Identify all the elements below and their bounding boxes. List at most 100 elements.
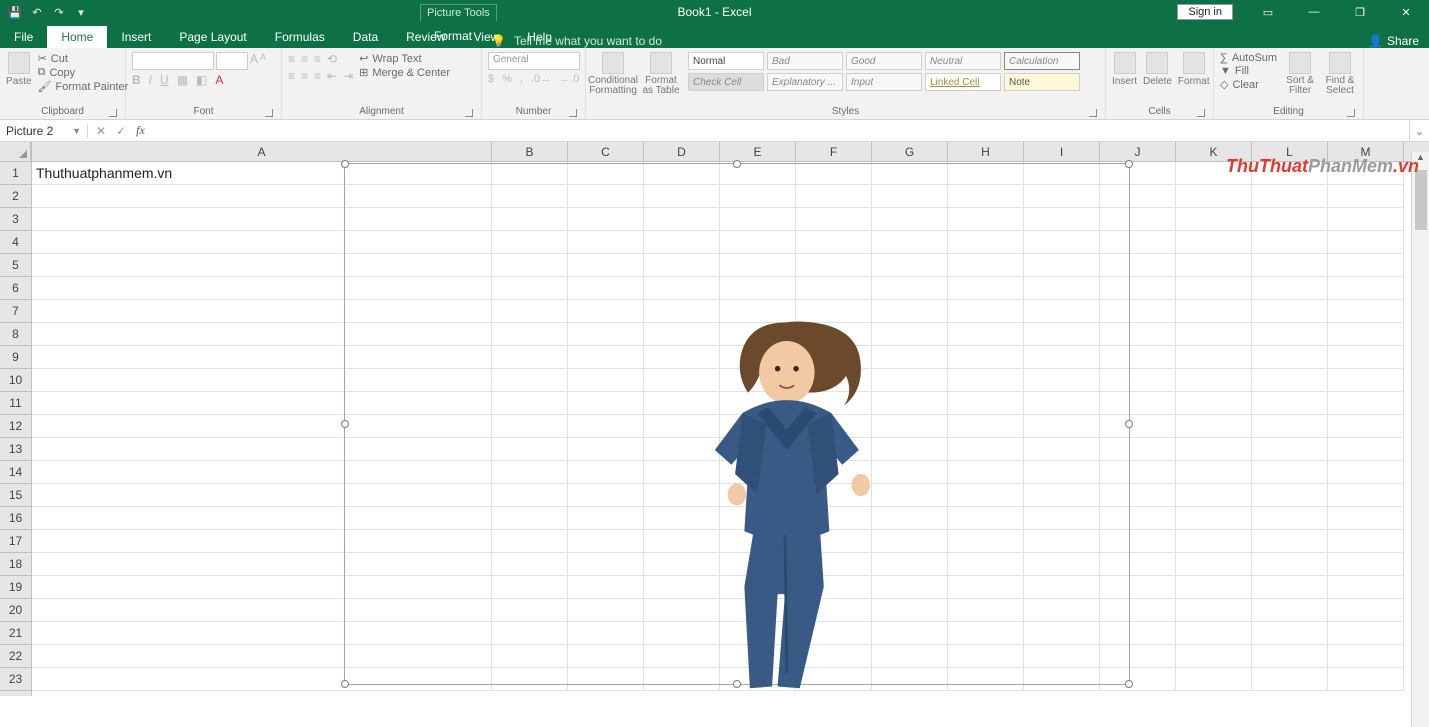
sort-filter-button[interactable]: Sort & Filter [1283,52,1317,96]
fill-button[interactable]: ▼Fill [1220,65,1277,77]
row-header[interactable]: 6 [0,277,31,300]
row-header[interactable]: 3 [0,208,31,231]
tab-insert[interactable]: Insert [107,26,165,48]
orientation-icon[interactable]: ⟲ [327,52,337,66]
cell[interactable] [1328,507,1404,530]
cell[interactable] [1176,507,1252,530]
delete-cells-button[interactable]: Delete [1143,52,1172,87]
enter-icon[interactable]: ✓ [116,124,126,138]
cell[interactable] [1252,530,1328,553]
cell[interactable] [1328,300,1404,323]
minimize-button[interactable]: — [1291,0,1337,24]
row-header[interactable]: 15 [0,484,31,507]
column-header[interactable]: I [1024,142,1100,161]
cell[interactable] [1252,277,1328,300]
cell[interactable] [1328,438,1404,461]
number-format-dropdown[interactable]: General [488,52,580,70]
undo-icon[interactable]: ↶ [30,5,44,19]
align-bottom-icon[interactable]: ≡ [314,52,321,66]
column-header[interactable]: D [644,142,720,161]
cell[interactable] [1176,668,1252,691]
paste-button[interactable]: Paste [6,52,32,87]
cell[interactable] [1252,185,1328,208]
column-headers[interactable]: ABCDEFGHIJKLM [32,142,1429,162]
vertical-scrollbar[interactable]: ▲ [1411,152,1429,727]
italic-button[interactable]: I [149,73,152,87]
selected-picture[interactable] [344,163,1130,685]
align-left-icon[interactable]: ≡ [288,69,295,83]
style-input[interactable]: Input [846,73,922,91]
cell[interactable] [1252,369,1328,392]
style-note[interactable]: Note [1004,73,1080,91]
column-header[interactable]: A [32,142,492,161]
cell[interactable] [1328,461,1404,484]
font-color-button[interactable]: A [215,73,223,87]
wrap-text-button[interactable]: ↩Wrap Text [359,52,450,65]
column-header[interactable]: B [492,142,568,161]
percent-icon[interactable]: % [502,73,512,85]
cell[interactable] [1252,645,1328,668]
redo-icon[interactable]: ↷ [52,5,66,19]
style-check-cell[interactable]: Check Cell [688,73,764,91]
row-header[interactable]: 10 [0,369,31,392]
column-header[interactable]: H [948,142,1024,161]
fill-color-button[interactable]: ◧ [196,73,207,87]
cell[interactable] [1252,599,1328,622]
save-icon[interactable]: 💾 [8,5,22,19]
cell[interactable] [1328,254,1404,277]
tab-formulas[interactable]: Formulas [261,26,339,48]
style-normal[interactable]: Normal [688,52,764,70]
tell-me-search[interactable]: 💡 Tell me what you want to do [491,34,662,48]
cell[interactable] [1252,553,1328,576]
style-bad[interactable]: Bad [767,52,843,70]
cell[interactable] [1176,461,1252,484]
bold-button[interactable]: B [132,73,141,87]
cell[interactable] [1252,323,1328,346]
row-header[interactable]: 19 [0,576,31,599]
cell[interactable] [1328,530,1404,553]
decrease-font-icon[interactable]: A [260,52,266,70]
cell[interactable] [1176,645,1252,668]
cell[interactable] [1176,277,1252,300]
select-all-corner[interactable] [0,142,31,162]
underline-button[interactable]: U [160,73,169,87]
style-explanatory[interactable]: Explanatory ... [767,73,843,91]
format-cells-button[interactable]: Format [1178,52,1210,87]
style-good[interactable]: Good [846,52,922,70]
cell[interactable] [1176,553,1252,576]
font-size-dropdown[interactable] [216,52,248,70]
cell[interactable] [1176,369,1252,392]
qat-more-icon[interactable]: ▾ [74,5,88,19]
copy-button[interactable]: ⧉Copy [38,66,129,79]
row-header[interactable]: 4 [0,231,31,254]
cell[interactable] [1252,484,1328,507]
format-painter-button[interactable]: 🖌Format Painter [38,80,129,93]
border-button[interactable]: ▦ [177,73,188,87]
column-header[interactable]: E [720,142,796,161]
style-neutral[interactable]: Neutral [925,52,1001,70]
scroll-thumb[interactable] [1415,170,1427,230]
fx-icon[interactable]: fx [136,123,145,138]
row-header[interactable]: 14 [0,461,31,484]
column-header[interactable]: C [568,142,644,161]
tab-format[interactable]: Format [420,24,486,48]
cut-button[interactable]: ✂Cut [38,52,129,65]
merge-center-button[interactable]: ⊞Merge & Center [359,66,450,79]
find-select-button[interactable]: Find & Select [1323,52,1357,96]
cell[interactable] [1328,346,1404,369]
cell[interactable] [1328,668,1404,691]
column-header[interactable]: G [872,142,948,161]
increase-font-icon[interactable]: A [250,52,258,70]
cell[interactable] [1328,576,1404,599]
cell[interactable] [1176,415,1252,438]
cell[interactable] [1328,392,1404,415]
cell[interactable] [1328,622,1404,645]
name-box[interactable]: Picture 2 ▼ [0,124,88,138]
cell[interactable] [1252,622,1328,645]
currency-icon[interactable]: $ [488,73,494,85]
column-header[interactable]: F [796,142,872,161]
cell[interactable] [1328,415,1404,438]
cell[interactable] [1252,461,1328,484]
cell[interactable] [1328,323,1404,346]
cell[interactable] [1252,438,1328,461]
